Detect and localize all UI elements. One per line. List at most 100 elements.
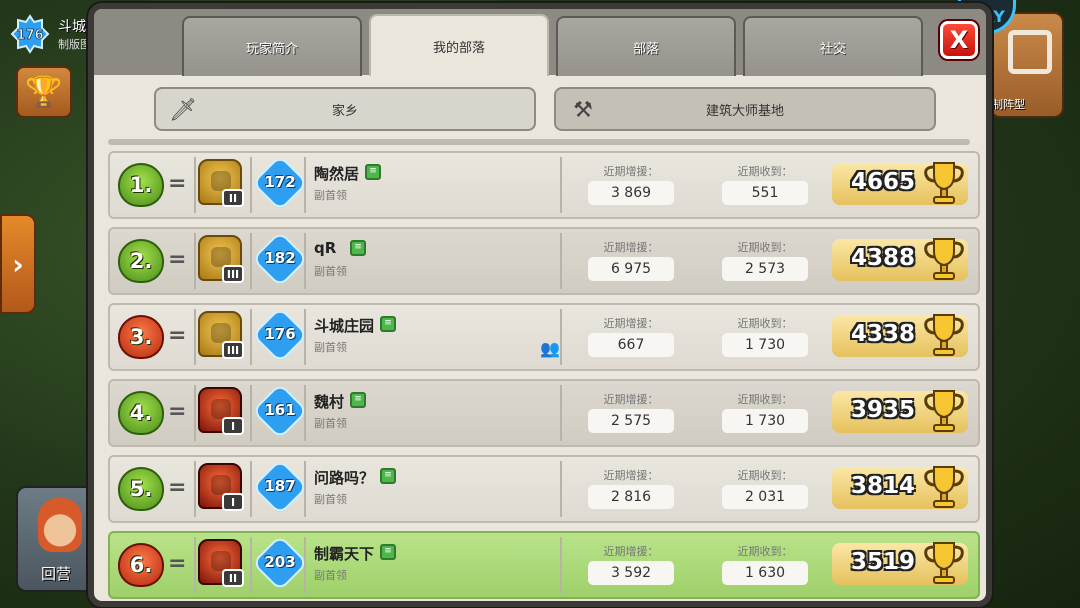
trophy-box: 4388 [832,238,968,281]
subtab-builder-base-label: 建筑大师基地 [705,103,784,119]
received-value: 2 573 [722,257,808,281]
member-name[interactable]: 陶然居 [314,163,359,184]
trophy-icon [924,314,964,356]
trophy-count: 4665 [850,169,915,195]
close-button[interactable]: X [940,21,978,59]
received-label: 近期收到： [737,241,793,254]
member-row[interactable]: 4. = I 161 魏村 ≡ 副首领 近期增援： 2 575 近期收到： 1 … [108,379,980,447]
donated-value: 2 575 [588,409,674,433]
column-divider [560,461,562,517]
builder-hall-level: I [222,493,244,511]
layout-editor-label: 制阵型 [992,98,1025,111]
column-divider [560,309,562,365]
received-value: 2 031 [722,485,808,509]
column-divider [194,157,196,213]
rank-number: 4. [129,401,153,425]
trophy-count: 4388 [850,245,915,271]
member-name[interactable]: 制霸天下 [314,543,374,564]
trophy-count: 3814 [850,473,915,499]
member-note-icon[interactable]: ≡ [380,468,396,484]
trophy-icon[interactable]: 🏆 [16,66,72,118]
rank-number: 3. [129,325,153,349]
xp-level: 203 [264,553,296,571]
member-note-icon[interactable]: ≡ [380,544,396,560]
builder-hall-level: I [222,417,244,435]
sword-icon: 🗡 [169,97,197,123]
received-label: 近期收到： [737,165,793,178]
donated-label: 近期增援： [603,165,659,178]
column-divider [560,233,562,289]
trophy-box: 3519 [832,542,968,585]
column-divider [250,309,252,365]
member-name[interactable]: 斗城庄园 [314,315,374,336]
member-role: 副首领 [314,341,347,354]
received-label: 近期收到： [737,317,793,330]
received-value: 1 630 [722,561,808,585]
trophy-box: 4665 [832,162,968,205]
donated-label: 近期增援： [603,545,659,558]
member-role: 副首领 [314,569,347,582]
xp-level: 176 [264,325,296,343]
layout-icon [1008,30,1052,74]
rank-number: 2. [129,249,153,273]
hero-button[interactable]: 回营 [16,486,96,592]
side-expand-arrow[interactable]: › [0,214,36,314]
tab-player-profile[interactable]: 玩家简介 [182,16,362,76]
member-role: 副首领 [314,189,347,202]
member-row[interactable]: 3. = III 176 斗城庄园 ≡ 副首领 👥 近期增援： 667 近期收到… [108,303,980,371]
rank-change-indicator: = [168,171,187,196]
donated-label: 近期增援： [603,469,659,482]
received-value: 1 730 [722,333,808,357]
column-divider [304,309,306,365]
column-divider [560,157,562,213]
tab-clans[interactable]: 部落 [556,16,736,76]
column-divider [250,461,252,517]
member-note-icon[interactable]: ≡ [380,316,396,332]
donated-label: 近期增援： [603,393,659,406]
received-label: 近期收到： [737,545,793,558]
friend-icon: 👥 [540,339,560,358]
member-role: 副首领 [314,493,347,506]
subtab-home-village[interactable]: 🗡 家乡 [154,87,536,131]
rank-change-indicator: = [168,551,187,576]
column-divider [194,309,196,365]
donated-value: 3 592 [588,561,674,585]
received-value: 1 730 [722,409,808,433]
donated-value: 6 975 [588,257,674,281]
builder-hall-level: III [222,341,244,359]
member-row[interactable]: 6. = II 203 制霸天下 ≡ 副首领 近期增援： 3 592 近期收到：… [108,531,980,599]
column-divider [250,537,252,593]
member-row[interactable]: 5. = I 187 问路吗？ ≡ 副首领 近期增援： 2 816 近期收到： … [108,455,980,523]
column-divider [250,385,252,441]
column-divider [250,157,252,213]
received-value: 551 [722,181,808,205]
member-name[interactable]: 问路吗？ [314,467,374,488]
member-name[interactable]: 魏村 [314,391,344,412]
player-sub-fragment: 制版图 [58,38,91,51]
member-note-icon[interactable]: ≡ [350,240,366,256]
column-divider [304,157,306,213]
member-role: 副首领 [314,265,347,278]
member-note-icon[interactable]: ≡ [350,392,366,408]
received-label: 近期收到： [737,393,793,406]
member-name[interactable]: qR [314,239,336,257]
clan-panel: 玩家简介 我的部落 部落 社交 X 🗡 家乡 ⚒ 建筑大师基地 1. = II … [88,3,992,607]
subtab-builder-base[interactable]: ⚒ 建筑大师基地 [554,87,936,131]
trophy-count: 3519 [850,549,915,575]
member-row[interactable]: 2. = III 182 qR ≡ 副首领 近期增援： 6 975 近期收到： … [108,227,980,295]
member-row[interactable]: 1. = II 172 陶然居 ≡ 副首领 近期增援： 3 869 近期收到： … [108,151,980,219]
list-divider [108,139,970,145]
rank-change-indicator: = [168,475,187,500]
player-level-badge[interactable]: 176 [10,14,50,54]
donated-label: 近期增援： [603,241,659,254]
member-note-icon[interactable]: ≡ [365,164,381,180]
column-divider [194,385,196,441]
tab-social[interactable]: 社交 [743,16,923,76]
trophy-count: 4338 [850,321,915,347]
league-rank-badge: 6. [118,543,164,587]
trophy-count: 3935 [850,397,915,423]
trophy-icon [924,542,964,584]
league-rank-badge: 1. [118,163,164,207]
column-divider [194,461,196,517]
tab-my-clan[interactable]: 我的部落 [369,14,549,76]
